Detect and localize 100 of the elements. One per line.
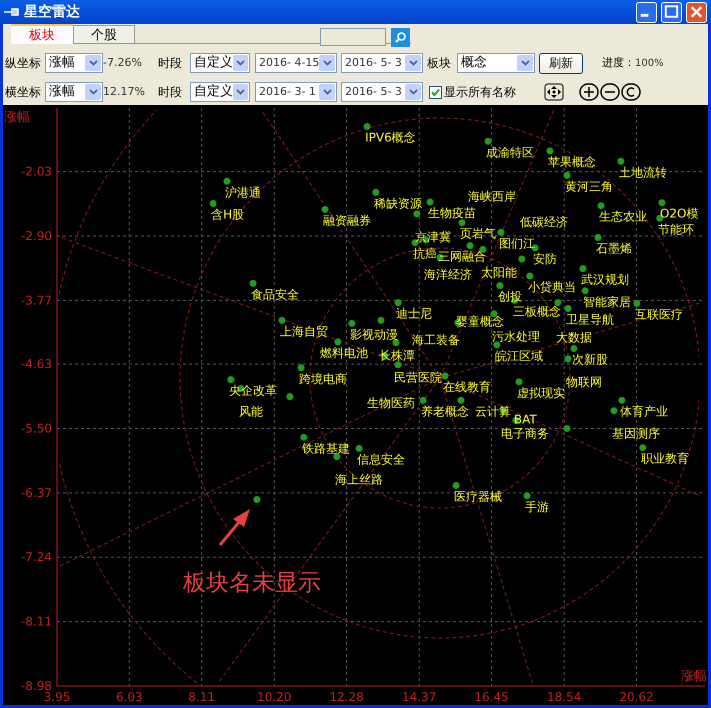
period-dropdown[interactable]: 自定义 (190, 82, 250, 102)
x-axis-title: 涨幅 (681, 669, 707, 684)
checkbox[interactable] (429, 86, 442, 98)
zoom-out-icon[interactable] (600, 83, 620, 101)
date-picker[interactable]: 2016- 3- 1 (255, 82, 337, 102)
date-picker[interactable]: 2016- 5- 3 (341, 82, 423, 102)
combo-value: 自定义 (194, 54, 233, 72)
arrow-drawing (218, 509, 250, 546)
tab[interactable]: 个股 (73, 25, 135, 43)
y-tick-label: -8.11 (20, 614, 52, 629)
point-label: 在线教育 (442, 380, 491, 394)
pin-icon (4, 7, 20, 17)
callout-text: 板块名未显示 (183, 570, 321, 596)
point-label: 三板概念 (512, 304, 561, 318)
point-label: 稀缺资源 (374, 196, 422, 210)
point-label: 皖江区域 (494, 348, 543, 363)
point-label: 苹果概念 (548, 154, 596, 169)
refresh-button[interactable]: 刷新 (539, 52, 583, 74)
search-field[interactable] (320, 28, 386, 46)
point-label: 跨境电商 (299, 372, 348, 386)
reset-icon[interactable] (621, 83, 641, 101)
axis-label: 纵坐标 (5, 55, 42, 72)
period-label: 时段 (158, 84, 183, 101)
caret-icon (233, 55, 248, 71)
combo-value: 2016- 4-15 (259, 54, 320, 71)
zoom-in-icon[interactable] (579, 83, 599, 101)
point-label: 生态农业 (599, 210, 648, 224)
date-picker[interactable]: 2016- 5- 3 (341, 53, 423, 73)
caret-icon (319, 84, 335, 100)
axis-label: 横坐标 (5, 84, 42, 101)
x-tick-label: 8.11 (188, 690, 215, 704)
date-picker[interactable]: 2016- 4-15 (255, 53, 337, 73)
combo-value: 2016- 3- 1 (259, 84, 316, 100)
point-label: 虚拟现实 (517, 386, 566, 400)
maximize-button[interactable] (661, 2, 682, 22)
point-label: 上海自贸 (280, 324, 328, 338)
checkbox-label: 显示所有名称 (444, 84, 516, 101)
point-label: 物联网 (566, 374, 602, 389)
point-label: 次新股 (572, 352, 608, 367)
caret-icon (85, 55, 101, 71)
y-tick-label: -8.98 (20, 679, 52, 693)
point-label: 医疗器械 (454, 489, 502, 504)
point-label: IPV6概念 (365, 130, 416, 144)
point-label: 风能 (238, 404, 263, 418)
point-label: 铁路基建 (302, 441, 350, 456)
move-icon[interactable] (544, 83, 564, 101)
metric-dropdown[interactable]: 涨幅 (45, 82, 103, 102)
point-label: 太阳能 (480, 265, 517, 280)
point-label: 节能环 (658, 222, 694, 236)
period-dropdown[interactable]: 自定义 (190, 53, 250, 73)
sector-label: 板块 (427, 55, 452, 72)
y-tick-label: -6.37 (20, 486, 52, 500)
point-label: 迪士尼 (396, 306, 432, 321)
point-label: 食品安全 (251, 287, 300, 302)
point-label: 低碳经济 (520, 214, 568, 229)
point-label: 京津冀 (414, 230, 451, 244)
x-tick-label: 20.62 (619, 690, 654, 704)
point-label: 电子商务 (501, 426, 550, 441)
point-label: 含H股 (211, 207, 244, 222)
point-label: 土地流转 (618, 165, 667, 180)
search-icon (394, 31, 407, 44)
caret-icon (233, 84, 248, 100)
y-tick-label: -4.63 (20, 357, 52, 372)
point-label: 智能家居 (583, 294, 632, 309)
point-label: 卫星导航 (566, 312, 614, 327)
caret-icon (405, 55, 421, 71)
point-label: 信息安全 (357, 452, 406, 466)
x-tick-label: 6.03 (116, 690, 143, 704)
minimize-button[interactable] (636, 2, 657, 22)
y-tick-label: -2.90 (20, 229, 52, 244)
close-button[interactable] (686, 2, 707, 22)
tab[interactable]: 板块 (11, 24, 73, 44)
point-label: 图们江 (498, 236, 535, 250)
x-tick-label: 10.20 (257, 690, 292, 704)
x-tick-label: 16.45 (474, 690, 509, 704)
x-tick-label: 18.54 (547, 690, 582, 704)
search-button[interactable] (391, 28, 410, 47)
point-label: 手游 (525, 500, 549, 514)
point-label: 长株潭 (379, 348, 415, 362)
point-label: 影视动漫 (350, 327, 398, 342)
x-tick-label: 14.37 (402, 690, 436, 704)
point-label: O2O模 (660, 206, 698, 221)
axis-reading: -7.26% (103, 54, 143, 71)
caret-icon (85, 84, 101, 100)
progress-value: 100% (635, 56, 664, 70)
point-label: 抗癌 (413, 246, 438, 261)
combo-value: 涨幅 (49, 83, 75, 102)
point-label: 海上丝路 (334, 472, 383, 487)
y-tick-label: -7.24 (20, 550, 52, 564)
point-label: 页岩气 (460, 226, 496, 241)
point-label: 小贷典当 (528, 280, 576, 294)
point-label: 武汉规划 (580, 272, 629, 287)
caret-icon (405, 84, 421, 100)
point-label: 生物医药 (366, 396, 415, 410)
point-label: 海峡西岸 (468, 190, 516, 204)
point-label: 成渝特区 (486, 145, 534, 160)
sector-dropdown[interactable]: 概念 (457, 53, 535, 73)
point-label: 融资融券 (323, 213, 372, 228)
metric-dropdown[interactable]: 涨幅 (45, 53, 103, 73)
point-label: 安防 (533, 252, 557, 266)
